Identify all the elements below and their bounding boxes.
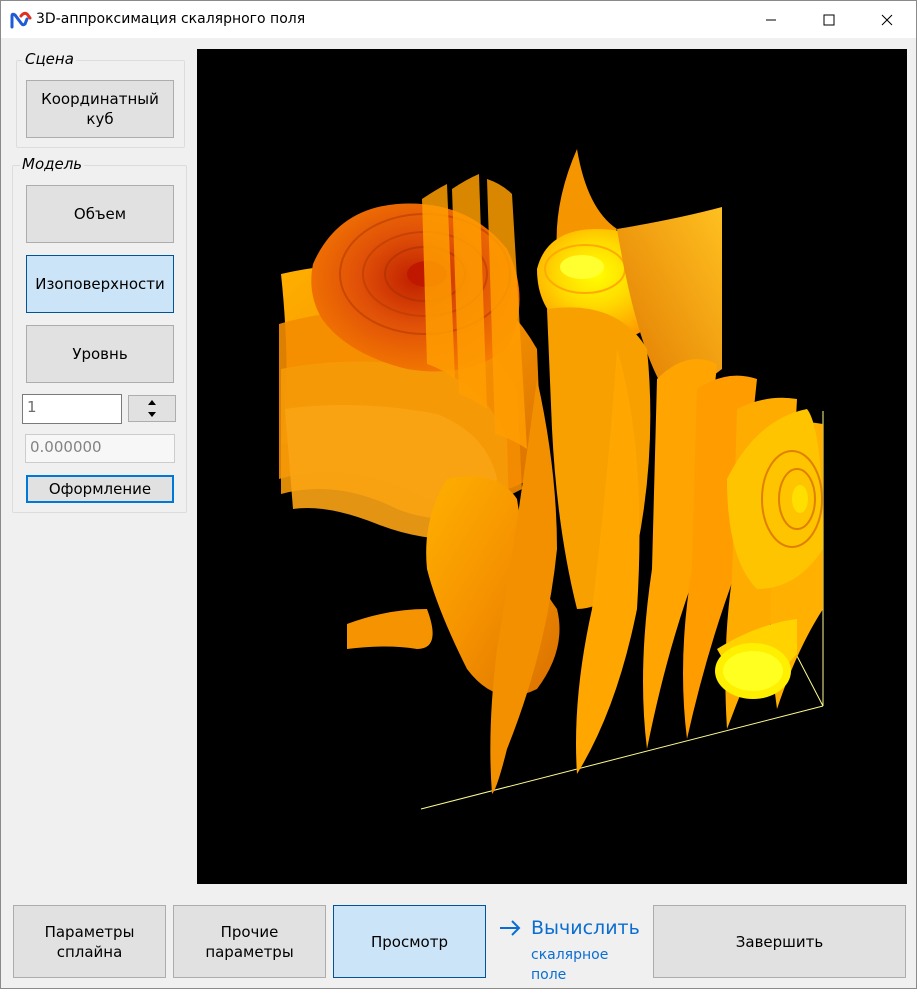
close-button[interactable] — [858, 1, 916, 38]
maximize-icon — [823, 14, 835, 25]
app-logo-icon — [10, 11, 32, 29]
finish-button[interactable]: Завершить — [653, 905, 906, 978]
arrow-right-icon — [500, 920, 521, 936]
stepper-down-button[interactable] — [129, 409, 175, 422]
isosurfaces-button[interactable]: Изоповерхности — [26, 255, 174, 313]
scene-group-legend: Сцена — [23, 50, 76, 68]
compute-link-sublabel[interactable]: скалярное поле — [531, 945, 631, 985]
app-window: 3D-аппроксимация скалярного поля Сцена К… — [0, 0, 917, 989]
style-button[interactable]: Оформление — [26, 475, 174, 503]
isosurface-render — [279, 149, 824, 810]
model-group-legend: Модель — [20, 155, 85, 173]
preview-button[interactable]: Просмотр — [333, 905, 486, 978]
minimize-button[interactable] — [742, 1, 800, 38]
title-bar: 3D-аппроксимация скалярного поля — [1, 1, 916, 38]
maximize-button[interactable] — [800, 1, 858, 38]
close-icon — [881, 14, 893, 25]
stepper-up-button[interactable] — [129, 396, 175, 409]
other-params-button[interactable]: Прочие параметры — [173, 905, 326, 978]
level-button[interactable]: Уровнь — [26, 325, 174, 383]
3d-viewport[interactable] — [197, 49, 907, 884]
caret-down-icon — [148, 412, 156, 418]
level-index-input[interactable]: 1 — [22, 394, 122, 424]
level-index-stepper[interactable] — [128, 395, 176, 422]
coordinate-cube-button[interactable]: Координатный куб — [26, 80, 174, 138]
spline-params-button[interactable]: Параметры сплайна — [13, 905, 166, 978]
minimize-icon — [766, 19, 776, 20]
window-title: 3D-аппроксимация скалярного поля — [36, 11, 306, 27]
caret-up-icon — [148, 399, 156, 405]
volume-button[interactable]: Объем — [26, 185, 174, 243]
level-value-field: 0.000000 — [25, 434, 175, 463]
compute-link-label[interactable]: Вычислить — [531, 917, 640, 939]
